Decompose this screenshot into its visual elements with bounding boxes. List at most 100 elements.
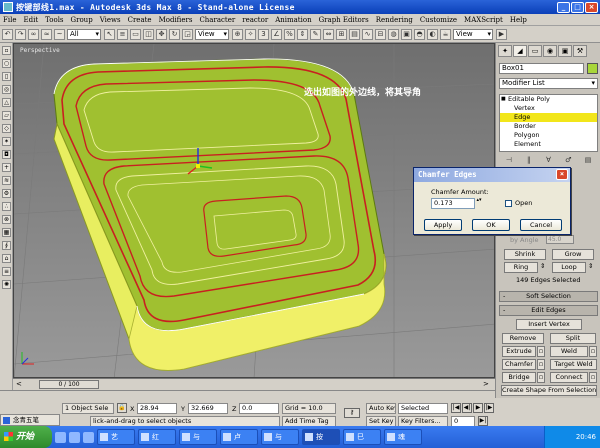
material-editor-icon[interactable]: ◍ [388,28,399,40]
key-mode-dropdown[interactable]: Selected [398,403,448,414]
loop-spinner-icon[interactable]: ⇕ [588,262,593,270]
pivot-center-icon[interactable]: ⊕ [232,28,243,40]
selection-filter-dropdown[interactable]: All [67,28,101,40]
pin-stack-icon[interactable]: ⊣ [504,155,514,165]
stack-item-editable-poly[interactable]: Editable Poly [500,95,597,104]
percent-snap-icon[interactable]: % [284,28,295,40]
dialog-close-button[interactable]: × [556,169,568,180]
make-unique-icon[interactable]: ∀ [543,155,553,165]
create-shape-button[interactable]: Create Shape From Selection [501,385,597,396]
remove-button[interactable]: Remove [502,333,544,344]
region-select-icon[interactable]: ▭ [130,28,141,40]
weld-button[interactable]: Weld [550,346,588,357]
tray-clock[interactable]: 20:46 [576,433,596,441]
create-camera-icon[interactable]: ◘ [2,150,11,159]
select-by-name-icon[interactable]: ≡ [117,28,128,40]
open-checkbox[interactable] [505,200,512,207]
create-helper-icon[interactable]: + [2,163,11,172]
key-icon[interactable]: ⚷ [344,408,360,418]
tab-create-icon[interactable]: ✦ [498,45,512,57]
create-nurbs-icon[interactable]: ∮ [2,241,11,250]
time-next-arrow[interactable]: > [483,380,489,389]
create-torus-icon[interactable]: ◎ [2,85,11,94]
stack-item-edge[interactable]: Edge [500,113,597,122]
tab-display-icon[interactable]: ▣ [558,45,572,57]
prev-frame-icon[interactable]: ◀| [462,403,472,413]
time-slider-thumb[interactable]: 0 / 100 [39,380,99,389]
goto-end-icon[interactable]: ▶| [478,416,488,426]
select-scale-icon[interactable]: ◲ [182,28,193,40]
layer-manager-icon[interactable]: ▤ [349,28,360,40]
create-cone-icon[interactable]: △ [2,98,11,107]
cancel-button[interactable]: Cancel [520,219,562,231]
menu-animation[interactable]: Animation [275,16,311,24]
create-dynamics-icon[interactable]: ✺ [2,280,11,289]
ring-button[interactable]: Ring [504,262,538,273]
ime-bar[interactable]: 念青五笔 [0,414,60,426]
mirror-icon[interactable]: ⇔ [323,28,334,40]
auto-key-button[interactable]: Auto Key [366,403,396,414]
create-system-icon[interactable]: ⚙ [2,189,11,198]
menu-help[interactable]: Help [510,16,527,24]
menu-graph-editors[interactable]: Graph Editors [319,16,369,24]
stack-item-element[interactable]: Element [500,140,597,149]
align-icon[interactable]: ⊞ [336,28,347,40]
create-compound-icon[interactable]: ⊗ [2,215,11,224]
bind-spacewarp-icon[interactable]: ~ [54,28,65,40]
create-spacewarp-icon[interactable]: ≋ [2,176,11,185]
chamfer-amount-spinner[interactable]: ▴▾ [476,198,482,209]
teapot-render-icon[interactable]: ☕ [440,28,451,40]
bridge-settings-button[interactable]: ▫ [537,372,545,383]
spinner-snap-icon[interactable]: ⇕ [297,28,308,40]
desktop-quicklaunch-icon[interactable] [69,431,80,443]
lock-selection-icon[interactable]: 🔒 [117,403,127,413]
menu-edit[interactable]: Edit [23,16,38,24]
stack-item-polygon[interactable]: Polygon [500,131,597,140]
menu-customize[interactable]: Customize [420,16,457,24]
loop-button[interactable]: Loop [552,262,586,273]
named-selection-dropdown[interactable]: View [453,28,493,40]
minimize-button[interactable]: _ [557,1,570,13]
create-shape-icon[interactable]: ◇ [2,124,11,133]
insert-vertex-button[interactable]: Insert Vertex [516,319,582,330]
object-name-field[interactable]: Box01 [499,63,584,74]
menu-file[interactable]: File [3,16,16,24]
create-light-icon[interactable]: ✶ [2,137,11,146]
create-patch-icon[interactable]: ▦ [2,228,11,237]
tab-motion-icon[interactable]: ◉ [543,45,557,57]
z-coord-field[interactable]: 0.0 [239,403,279,414]
play-icon[interactable]: ▶ [473,403,483,413]
task-item-2[interactable]: 红 [138,429,176,445]
chamfer-amount-input[interactable]: 0.173 [431,198,475,209]
redo-icon[interactable]: ↷ [15,28,26,40]
menu-rendering[interactable]: Rendering [376,16,413,24]
create-sphere-icon[interactable]: ○ [2,59,11,68]
task-item-7[interactable]: 巳 [343,429,381,445]
ie-quicklaunch-icon[interactable] [55,431,66,443]
menu-create[interactable]: Create [128,16,152,24]
tab-modify-icon[interactable]: ◢ [513,45,527,57]
dialog-title-bar[interactable]: Chamfer Edges × [414,168,570,182]
start-button[interactable]: 开始 [0,426,52,448]
snap-toggle-icon[interactable]: 3 [258,28,269,40]
create-cylinder-icon[interactable]: ▯ [2,72,11,81]
tab-hierarchy-icon[interactable]: ▭ [528,45,542,57]
window-crossing-icon[interactable]: ◫ [143,28,154,40]
render-scene-icon[interactable]: ▣ [401,28,412,40]
media-quicklaunch-icon[interactable] [83,431,94,443]
stack-item-border[interactable]: Border [500,122,597,131]
edit-edges-rollout[interactable]: Edit Edges [499,305,598,316]
viewport-label[interactable]: Perspective [20,47,60,54]
stack-item-vertex[interactable]: Vertex [500,104,597,113]
reference-coord-dropdown[interactable]: View [195,28,229,40]
link-icon[interactable]: ∞ [28,28,39,40]
soft-selection-rollout[interactable]: Soft Selection [499,291,598,302]
menu-maxscript[interactable]: MAXScript [464,16,503,24]
select-move-icon[interactable]: ✥ [156,28,167,40]
by-angle-field[interactable]: 45.0 [546,235,574,244]
object-color-swatch[interactable] [587,63,598,74]
task-item-5[interactable]: 与 [261,429,299,445]
menu-views[interactable]: Views [100,16,121,24]
show-end-result-icon[interactable]: ‖ [524,155,534,165]
grow-button[interactable]: Grow [552,249,594,260]
